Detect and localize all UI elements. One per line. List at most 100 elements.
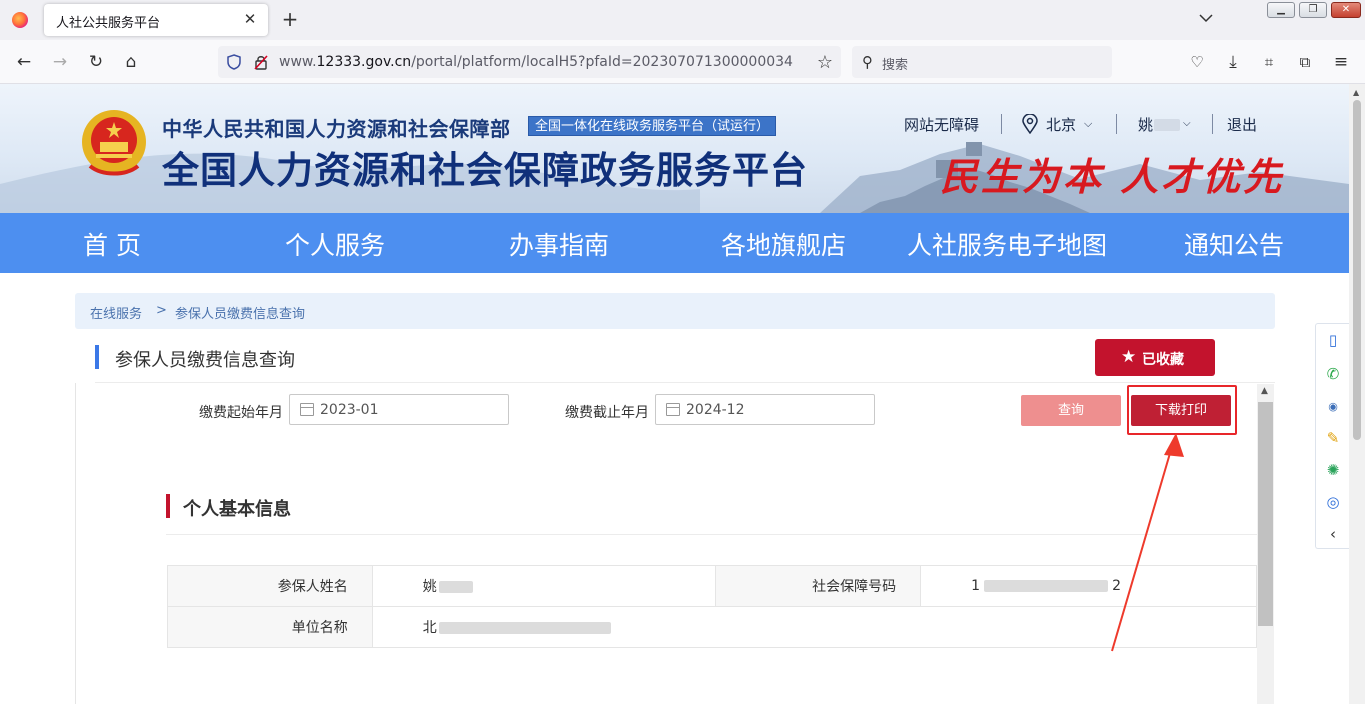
nav-home[interactable]: 首 页 <box>83 226 141 262</box>
national-emblem-icon <box>82 110 146 176</box>
divider <box>1116 114 1117 134</box>
page-scrollbar[interactable]: ▲ <box>1349 84 1365 704</box>
divider <box>166 534 1257 535</box>
logout-link[interactable]: 退出 <box>1227 114 1257 135</box>
breadcrumb-root[interactable]: 在线服务 <box>90 303 142 322</box>
chevron-down-icon[interactable]: ⌵ <box>1084 117 1092 131</box>
customer-service-icon[interactable]: ◎ <box>1323 492 1343 512</box>
annotation-highlight-box <box>1127 385 1237 435</box>
divider <box>1001 114 1002 134</box>
collapse-chevron-icon[interactable]: ‹ <box>1323 524 1343 544</box>
page-scroll-up-icon[interactable]: ▲ <box>1353 88 1359 97</box>
nav-guide[interactable]: 办事指南 <box>509 226 609 262</box>
frame-scrollbar[interactable]: ▲ <box>1257 384 1274 704</box>
annotation-arrow <box>1111 433 1184 652</box>
ministry-name: 中华人民共和国人力资源和社会保障部 <box>162 117 511 141</box>
start-month-label: 缴费起始年月 <box>199 405 283 421</box>
location-pin-icon[interactable] <box>1022 114 1038 134</box>
city-selector[interactable]: 北京 <box>1046 114 1076 135</box>
reload-icon[interactable]: ↻ <box>86 52 106 72</box>
content-frame <box>75 383 1275 704</box>
mobile-icon[interactable]: ▯ <box>1323 330 1343 350</box>
masked-text <box>438 622 611 634</box>
back-icon[interactable]: ← <box>14 52 34 72</box>
firefox-logo-icon <box>12 12 28 28</box>
scroll-thumb[interactable] <box>1258 402 1273 626</box>
extensions-icon[interactable]: ⧉ <box>1295 52 1315 72</box>
page-viewport: 中华人民共和国人力资源和社会保障部 全国一体化在线政务服务平台（试运行） 全国人… <box>0 84 1349 704</box>
info-title: 个人基本信息 <box>183 499 291 520</box>
bookmark-star-icon[interactable]: ☆ <box>817 52 833 73</box>
weibo-icon[interactable]: ◉ <box>1323 397 1343 417</box>
pocket-icon[interactable]: ♡ <box>1187 52 1207 72</box>
platform-title: 全国人力资源和社会保障政务服务平台 <box>162 149 808 192</box>
end-month-value: 2024-12 <box>686 402 745 418</box>
downloads-icon[interactable]: ⤓ <box>1223 52 1243 72</box>
search-bar[interactable]: ⚲ 搜索 <box>852 46 1112 78</box>
search-icon: ⚲ <box>862 53 873 71</box>
minimize-window-button[interactable]: ▁ <box>1267 2 1295 18</box>
slogan: 民生为本 人才优先 <box>940 154 1285 199</box>
personal-info-table: 参保人姓名 姚 社会保障号码 12 单位名称 北 <box>167 565 1258 648</box>
start-month-value: 2023-01 <box>320 402 379 418</box>
menu-icon[interactable]: ≡ <box>1331 52 1351 72</box>
favorite-label: 已收藏 <box>1142 352 1184 368</box>
masked-text <box>438 581 473 593</box>
accessibility-link[interactable]: 网站无障碍 <box>904 114 979 135</box>
nav-flagship-stores[interactable]: 各地旗舰店 <box>721 226 846 262</box>
favorite-button[interactable]: ★ 已收藏 <box>1095 339 1215 376</box>
side-toolbar: ▯ ✆ ◉ ✎ ✺ ◎ ‹ <box>1315 323 1349 549</box>
screenshot-crop-icon[interactable]: ⌗ <box>1259 52 1279 72</box>
end-month-input[interactable]: 2024-12 <box>655 394 875 425</box>
name-value: 姚 <box>371 565 717 607</box>
new-tab-icon[interactable]: + <box>280 8 300 32</box>
ssn-label: 社会保障号码 <box>715 565 922 607</box>
star-icon: ★ <box>1121 347 1137 367</box>
breadcrumb-separator: > <box>156 303 167 318</box>
tab-list-chevron-icon[interactable] <box>1198 10 1214 26</box>
main-nav: 首 页 个人服务 办事指南 各地旗舰店 人社服务电子地图 通知公告 <box>0 213 1349 273</box>
wechat-icon[interactable]: ✆ <box>1323 364 1343 384</box>
nav-personal-services[interactable]: 个人服务 <box>285 226 385 262</box>
close-window-button[interactable]: ✕ <box>1331 2 1361 18</box>
browser-tab[interactable]: 人社公共服务平台 ✕ <box>44 4 268 36</box>
calendar-icon <box>300 403 314 416</box>
browser-tab-bar: 人社公共服务平台 ✕ + ▁ ❐ ✕ <box>0 0 1365 40</box>
nav-service-map[interactable]: 人社服务电子地图 <box>907 226 1107 262</box>
search-placeholder: 搜索 <box>882 58 909 73</box>
ssn-value: 12 <box>920 565 1257 607</box>
trial-badge: 全国一体化在线政务服务平台（试运行） <box>528 116 777 136</box>
site-header: 中华人民共和国人力资源和社会保障部 全国一体化在线政务服务平台（试运行） 全国人… <box>0 84 1349 213</box>
nav-announcements[interactable]: 通知公告 <box>1184 226 1284 262</box>
url-text[interactable]: www.12333.gov.cn/portal/platform/localH5… <box>279 54 793 70</box>
tab-title: 人社公共服务平台 <box>56 16 161 31</box>
tracking-shield-icon[interactable] <box>227 54 241 70</box>
table-row: 参保人姓名 姚 社会保障号码 12 <box>167 565 1257 607</box>
page-scroll-thumb[interactable] <box>1353 100 1361 440</box>
restore-window-button[interactable]: ❐ <box>1299 2 1327 18</box>
page-title: 参保人员缴费信息查询 <box>115 350 295 371</box>
employer-label: 单位名称 <box>167 606 373 648</box>
browser-nav-bar: ← → ↻ ⌂ www.12333.gov.cn/portal/platform… <box>0 40 1365 84</box>
calendar-icon <box>666 403 680 416</box>
home-icon[interactable]: ⌂ <box>121 52 141 72</box>
user-chevron-down-icon[interactable]: ⌵ <box>1183 118 1191 129</box>
user-name[interactable]: 姚 <box>1138 114 1153 135</box>
scroll-up-icon[interactable]: ▲ <box>1261 386 1268 396</box>
insecure-lock-icon[interactable] <box>254 54 268 70</box>
start-month-input[interactable]: 2023-01 <box>289 394 509 425</box>
info-accent-bar <box>166 494 170 518</box>
divider <box>1212 114 1213 134</box>
feedback-edit-icon[interactable]: ✎ <box>1323 428 1343 448</box>
forward-icon[interactable]: → <box>50 52 70 72</box>
masked-text <box>984 580 1109 592</box>
service-spark-icon[interactable]: ✺ <box>1323 460 1343 480</box>
title-accent-bar <box>95 345 99 369</box>
query-button[interactable]: 查询 <box>1021 395 1121 426</box>
url-bar[interactable]: www.12333.gov.cn/portal/platform/localH5… <box>218 46 841 78</box>
name-label: 参保人姓名 <box>167 565 373 607</box>
breadcrumb-current: 参保人员缴费信息查询 <box>175 307 306 322</box>
close-tab-icon[interactable]: ✕ <box>240 9 260 29</box>
table-row: 单位名称 北 <box>167 606 1258 648</box>
end-month-label: 缴费截止年月 <box>565 405 649 421</box>
